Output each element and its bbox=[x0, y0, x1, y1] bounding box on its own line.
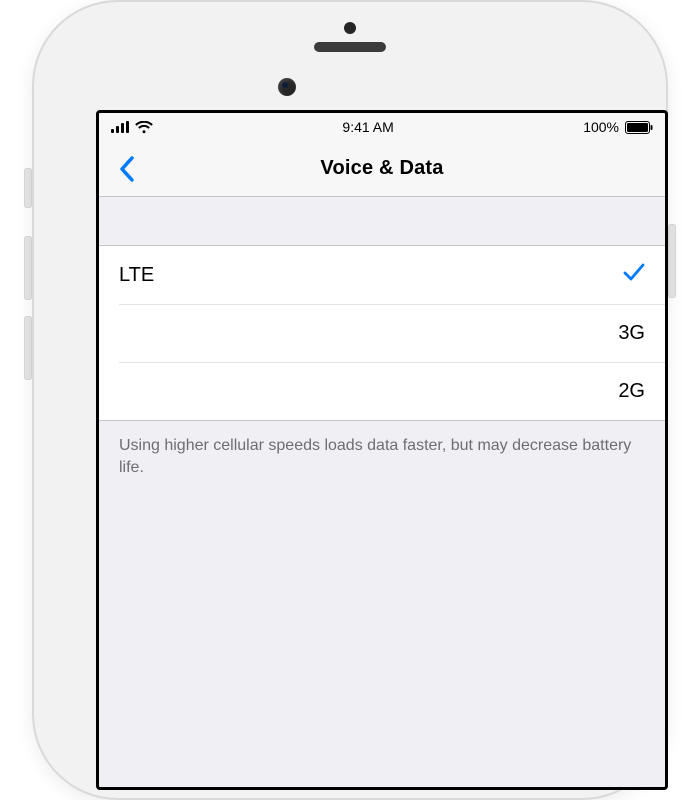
back-button[interactable] bbox=[105, 147, 149, 191]
checkmark-icon bbox=[623, 263, 645, 287]
footer-note: Using higher cellular speeds loads data … bbox=[99, 421, 665, 492]
option-label: 3G bbox=[618, 322, 645, 345]
cellular-signal-icon bbox=[111, 121, 129, 133]
screen: 9:41 AM 100% Voice & Data bbox=[96, 110, 668, 790]
volume-up-button bbox=[24, 236, 32, 300]
chevron-left-icon bbox=[118, 155, 136, 183]
proximity-sensor-icon bbox=[344, 22, 356, 34]
option-lte[interactable]: LTE bbox=[99, 246, 665, 304]
voice-data-option-list: LTE 3G 2G bbox=[99, 245, 665, 421]
option-2g[interactable]: 2G bbox=[119, 362, 665, 420]
volume-down-button bbox=[24, 316, 32, 380]
status-right: 100% bbox=[583, 119, 653, 135]
phone-frame: 9:41 AM 100% Voice & Data bbox=[32, 0, 668, 800]
status-bar: 9:41 AM 100% bbox=[99, 113, 665, 141]
power-button bbox=[668, 224, 676, 298]
option-label: LTE bbox=[119, 264, 154, 287]
battery-icon bbox=[625, 121, 653, 134]
mute-switch bbox=[24, 168, 32, 208]
status-left bbox=[111, 121, 153, 134]
option-label: 2G bbox=[618, 380, 645, 403]
nav-title: Voice & Data bbox=[320, 157, 443, 180]
section-gap bbox=[99, 197, 665, 245]
option-3g[interactable]: 3G bbox=[119, 304, 665, 362]
earpiece-icon bbox=[314, 42, 386, 52]
nav-bar: Voice & Data bbox=[99, 141, 665, 197]
wifi-icon bbox=[135, 121, 153, 134]
front-camera-icon bbox=[278, 78, 296, 96]
status-time: 9:41 AM bbox=[342, 119, 393, 135]
battery-percent: 100% bbox=[583, 119, 619, 135]
